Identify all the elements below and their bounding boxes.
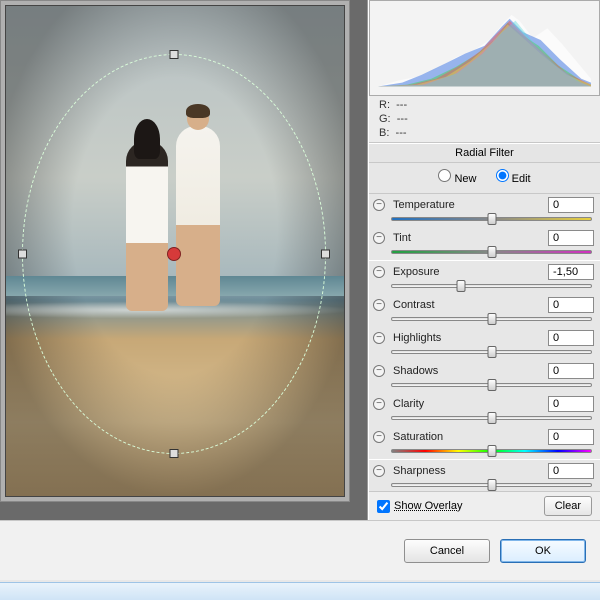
slider-clarity: −Clarity xyxy=(369,393,600,426)
adjustments-panel: R: --- G: --- B: --- Radial Filter New E… xyxy=(368,0,600,520)
b-value: --- xyxy=(396,127,407,139)
slider-temperature: −Temperature xyxy=(369,194,600,227)
slider-value-tint[interactable] xyxy=(548,230,594,246)
r-value: --- xyxy=(396,99,407,111)
canvas-frame xyxy=(0,0,350,502)
slider-track-shadows[interactable] xyxy=(391,380,592,390)
slider-label-contrast: Contrast xyxy=(393,299,544,311)
slider-thumb-temperature[interactable] xyxy=(487,213,496,225)
mode-edit[interactable]: Edit xyxy=(496,173,531,185)
collapse-icon[interactable]: − xyxy=(373,398,385,410)
collapse-icon[interactable]: − xyxy=(373,465,385,477)
slider-thumb-shadows[interactable] xyxy=(487,379,496,391)
slider-label-temperature: Temperature xyxy=(393,199,544,211)
collapse-icon[interactable]: − xyxy=(373,332,385,344)
slider-track-contrast[interactable] xyxy=(391,314,592,324)
slider-track-temperature[interactable] xyxy=(391,214,592,224)
slider-track-tint[interactable] xyxy=(391,247,592,257)
histogram-svg xyxy=(378,11,591,87)
slider-highlights: −Highlights xyxy=(369,327,600,360)
slider-track-saturation[interactable] xyxy=(391,446,592,456)
taskbar xyxy=(0,582,600,600)
slider-thumb-tint[interactable] xyxy=(487,246,496,258)
slider-value-clarity[interactable] xyxy=(548,396,594,412)
slider-label-exposure: Exposure xyxy=(393,266,544,278)
slider-thumb-clarity[interactable] xyxy=(487,412,496,424)
handle-south[interactable] xyxy=(170,449,179,458)
slider-track-exposure[interactable] xyxy=(391,281,592,291)
b-label: B: xyxy=(379,127,389,139)
show-overlay-label[interactable]: Show Overlay xyxy=(394,500,462,512)
slider-label-highlights: Highlights xyxy=(393,332,544,344)
radial-filter-overlay[interactable] xyxy=(22,54,326,454)
slider-thumb-exposure[interactable] xyxy=(457,280,466,292)
collapse-icon[interactable]: − xyxy=(373,365,385,377)
cancel-button[interactable]: Cancel xyxy=(404,539,490,563)
mode-edit-radio[interactable] xyxy=(496,169,509,182)
slider-value-sharpness[interactable] xyxy=(548,463,594,479)
slider-value-contrast[interactable] xyxy=(548,297,594,313)
collapse-icon[interactable]: − xyxy=(373,431,385,443)
slider-label-shadows: Shadows xyxy=(393,365,544,377)
handle-east[interactable] xyxy=(321,250,330,259)
mode-row: New Edit xyxy=(369,163,600,193)
slider-track-clarity[interactable] xyxy=(391,413,592,423)
collapse-icon[interactable]: − xyxy=(373,299,385,311)
ok-button[interactable]: OK xyxy=(500,539,586,563)
mode-new-radio[interactable] xyxy=(438,169,451,182)
slider-value-exposure[interactable] xyxy=(548,264,594,280)
rgb-readout: R: --- G: --- B: --- xyxy=(369,96,600,143)
collapse-icon[interactable]: − xyxy=(373,232,385,244)
slider-label-clarity: Clarity xyxy=(393,398,544,410)
g-label: G: xyxy=(379,113,391,125)
slider-exposure: −Exposure xyxy=(369,261,600,294)
show-overlay-checkbox[interactable] xyxy=(377,500,390,513)
slider-label-sharpness: Sharpness xyxy=(393,465,544,477)
section-title: Radial Filter xyxy=(369,143,600,163)
sliders-container: −Temperature−Tint−Exposure−Contrast−High… xyxy=(369,193,600,491)
slider-shadows: −Shadows xyxy=(369,360,600,393)
workspace xyxy=(0,0,368,520)
slider-value-highlights[interactable] xyxy=(548,330,594,346)
r-label: R: xyxy=(379,99,390,111)
slider-value-saturation[interactable] xyxy=(548,429,594,445)
slider-track-sharpness[interactable] xyxy=(391,480,592,490)
handle-north[interactable] xyxy=(170,50,179,59)
image-canvas[interactable] xyxy=(5,5,345,497)
slider-thumb-contrast[interactable] xyxy=(487,313,496,325)
mode-new[interactable]: New xyxy=(438,173,476,185)
dialog-footer: Cancel OK xyxy=(0,520,600,580)
slider-label-tint: Tint xyxy=(393,232,544,244)
handle-west[interactable] xyxy=(18,250,27,259)
slider-tint: −Tint xyxy=(369,227,600,260)
slider-contrast: −Contrast xyxy=(369,294,600,327)
slider-thumb-saturation[interactable] xyxy=(487,445,496,457)
g-value: --- xyxy=(397,113,408,125)
slider-thumb-sharpness[interactable] xyxy=(487,479,496,491)
slider-saturation: −Saturation xyxy=(369,426,600,459)
histogram[interactable] xyxy=(369,0,600,96)
slider-value-shadows[interactable] xyxy=(548,363,594,379)
slider-label-saturation: Saturation xyxy=(393,431,544,443)
collapse-icon[interactable]: − xyxy=(373,266,385,278)
collapse-icon[interactable]: − xyxy=(373,199,385,211)
center-pin[interactable] xyxy=(167,247,181,261)
slider-value-temperature[interactable] xyxy=(548,197,594,213)
overlay-row: Show Overlay Clear xyxy=(369,491,600,520)
slider-thumb-highlights[interactable] xyxy=(487,346,496,358)
slider-sharpness: −Sharpness xyxy=(369,460,600,491)
slider-track-highlights[interactable] xyxy=(391,347,592,357)
clear-button[interactable]: Clear xyxy=(544,496,592,516)
